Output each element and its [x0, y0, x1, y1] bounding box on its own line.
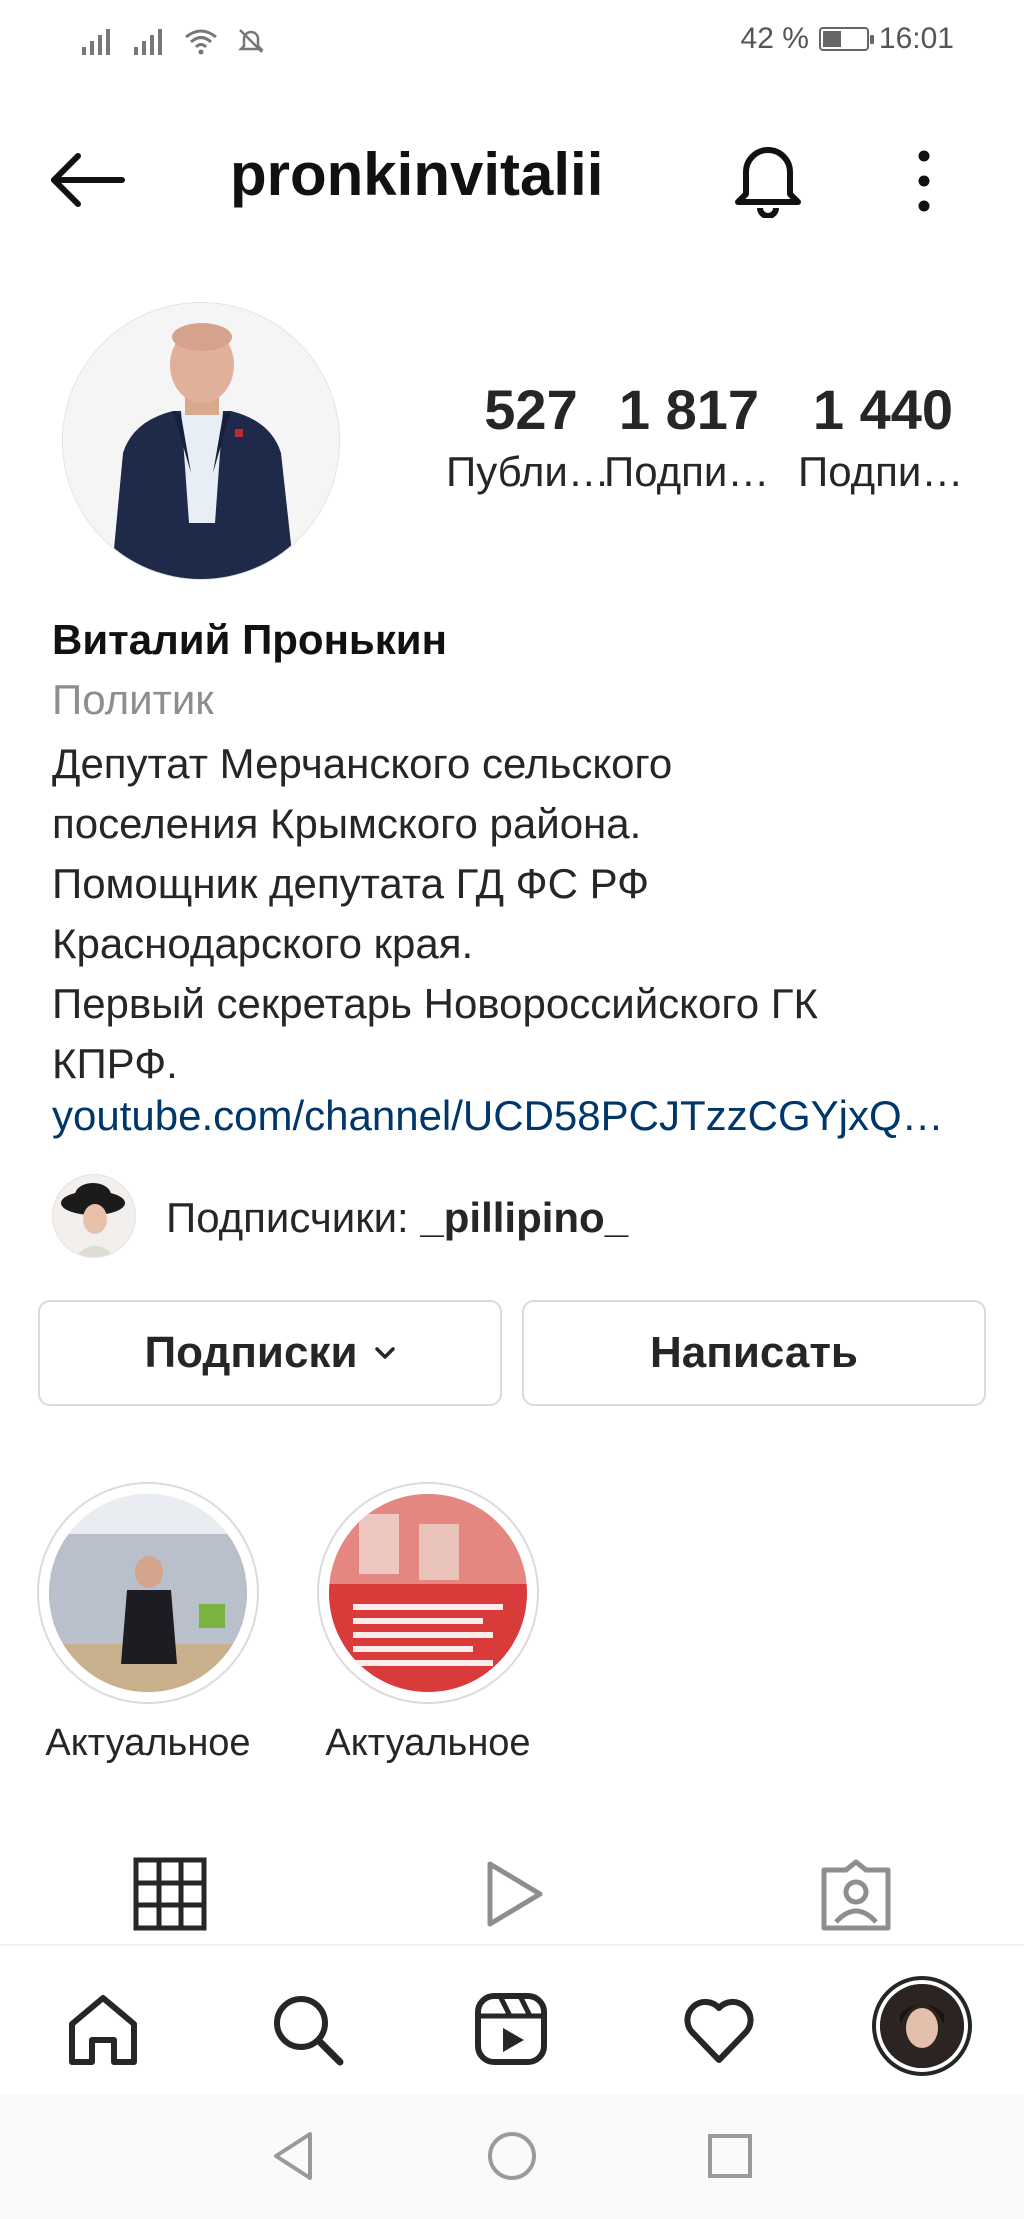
highlight-cover-image [329, 1494, 527, 1692]
followed-by-prefix: Подписчики: [166, 1194, 421, 1241]
profile-name: Виталий Пронькин [52, 616, 447, 663]
chevron-down-icon [374, 1347, 395, 1359]
profile-link[interactable]: youtube.com/channel/UCD58PCJTzzCGYjxQ… [52, 1092, 972, 1140]
more-options-icon[interactable] [904, 148, 944, 214]
battery-percent: 42 % [740, 22, 809, 55]
highlight-cover [49, 1494, 247, 1692]
system-nav-bar [0, 2094, 1024, 2219]
tagged-icon[interactable] [816, 1854, 896, 1934]
wifi-icon [185, 29, 217, 55]
highlight-item[interactable]: Актуальное [316, 1482, 540, 1765]
page-title: pronkinvitalii [230, 141, 604, 208]
grid-icon[interactable] [130, 1854, 210, 1934]
stat-followers-value: 1 817 [618, 378, 760, 441]
battery-icon [818, 27, 874, 51]
highlight-ring [37, 1482, 259, 1704]
stat-following[interactable]: 1 440 Подписки [798, 380, 968, 496]
system-back-icon[interactable] [266, 2128, 322, 2184]
reels-icon[interactable] [472, 1990, 550, 2068]
stat-followers[interactable]: 1 817 Подписчики [604, 380, 774, 496]
home-icon[interactable] [64, 1990, 142, 2068]
highlight-cover [329, 1494, 527, 1692]
system-recents-icon[interactable] [702, 2128, 758, 2184]
profile-bio: Депутат Мерчанского сельского поселения … [52, 740, 818, 1087]
heart-icon[interactable] [680, 1990, 758, 2068]
stat-following-value: 1 440 [812, 378, 954, 441]
stat-posts[interactable]: 527 Публикации [446, 380, 616, 496]
clock: 16:01 [878, 22, 954, 55]
status-icons [80, 26, 266, 56]
followed-by-text[interactable]: Подписчики: _pillipino_ [166, 1194, 628, 1242]
back-arrow-icon[interactable] [48, 150, 128, 210]
following-button-label: Подписки [144, 1328, 358, 1377]
reels-play-icon[interactable] [472, 1854, 552, 1934]
followed-by-photo [53, 1175, 135, 1257]
signal-icon [82, 29, 110, 55]
nav-avatar-photo [880, 1984, 964, 2068]
system-home-icon[interactable] [484, 2128, 540, 2184]
message-button[interactable]: Написать [522, 1300, 986, 1406]
nav-avatar-image [880, 1984, 964, 2068]
notification-bell-icon[interactable] [732, 138, 804, 218]
followed-by-user: _pillipino_ [420, 1194, 629, 1241]
highlight-caption: Актуальное [45, 1722, 251, 1764]
stat-posts-value: 527 [484, 378, 578, 441]
bottom-nav [0, 1944, 1024, 2096]
message-button-label: Написать [650, 1328, 858, 1377]
search-icon[interactable] [268, 1990, 346, 2068]
status-bar: 42 % 16:01 [0, 0, 1024, 90]
highlight-cover-image [49, 1494, 247, 1692]
profile-tabs [0, 1840, 1024, 1944]
bell-muted-icon [237, 29, 265, 53]
following-button[interactable]: Подписки [38, 1300, 502, 1406]
stat-posts-label: Публикации [446, 448, 616, 495]
highlight-item[interactable]: Актуальное [36, 1482, 260, 1765]
status-right: 42 % 16:01 [741, 22, 954, 56]
followed-by-avatar[interactable] [52, 1174, 136, 1258]
profile-photo [63, 303, 339, 579]
stat-followers-label: Подписчики [604, 448, 774, 495]
battery-fill [822, 31, 841, 47]
stat-following-label: Подписки [798, 448, 968, 495]
profile-avatar[interactable] [62, 302, 340, 580]
profile-avatar-nav[interactable] [872, 1976, 972, 2076]
signal-icon-2 [134, 29, 162, 55]
highlight-ring [317, 1482, 539, 1704]
profile-category: Политик [52, 676, 214, 723]
highlight-caption: Актуальное [325, 1722, 531, 1764]
